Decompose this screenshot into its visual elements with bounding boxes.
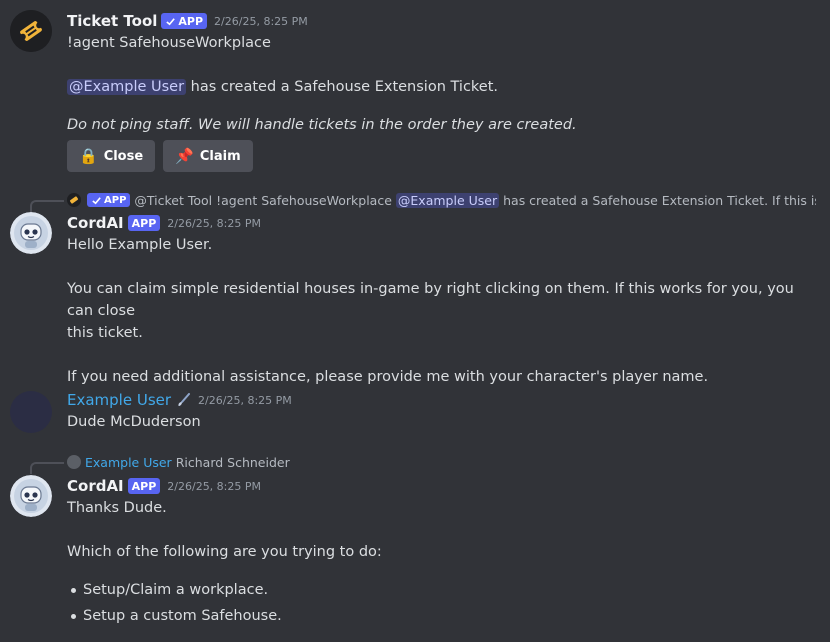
app-badge: APP [161,13,208,29]
user-avatar-icon [67,455,81,469]
ticket-icon [10,10,52,52]
reply-text: !agent SafehouseWorkplace [216,192,392,208]
reply-author[interactable]: Example User [85,455,172,470]
reply-preview[interactable]: Example User Richard Schneider [67,452,816,472]
message-line: @Example User has created a Safehouse Ex… [67,76,820,98]
reply-preview[interactable]: APP @Ticket Tool !agent SafehouseWorkpla… [67,190,816,210]
bullet-list: Setup/Claim a workplace. Setup a custom … [67,577,820,629]
message-line: Which of the following are you trying to… [67,544,382,560]
badge-label: APP [131,216,157,230]
message-line: If you need additional assistance, pleas… [67,369,709,385]
app-badge: APP [127,215,161,231]
robot-icon [10,475,52,517]
message-header: Example User 2/26/25, 8:25 PM [67,389,820,411]
app-badge: APP [127,478,161,494]
message-line: Thanks Dude. [67,500,167,516]
lock-icon: 🔒 [79,147,98,165]
username[interactable]: CordAI [67,214,124,232]
chat-log: Ticket Tool APP 2/26/25, 8:25 PM !agent … [0,0,830,642]
timestamp[interactable]: 2/26/25, 8:25 PM [167,217,261,230]
paintbrush-icon [177,393,191,407]
reply-text: has created a Safehouse Extension Ticket… [503,192,816,208]
user-mention[interactable]: @Example User [67,79,187,95]
cordai-avatar[interactable] [10,212,52,254]
message-header: Ticket Tool APP 2/26/25, 8:25 PM [67,10,820,32]
message-text: has created a Safehouse Extension Ticket… [186,79,499,95]
message-header: CordAI APP 2/26/25, 8:25 PM [67,475,820,497]
timestamp[interactable]: 2/26/25, 8:25 PM [167,480,261,493]
check-icon [166,17,176,25]
message-line: Dude McDuderson [67,414,201,430]
timestamp[interactable]: 2/26/25, 8:25 PM [198,394,292,407]
message-line: Hello Example User. [67,237,213,253]
claim-label: Claim [199,148,241,164]
badge-label: APP [104,194,127,206]
username[interactable]: CordAI [67,477,124,495]
cordai-avatar[interactable] [10,475,52,517]
robot-icon [10,212,52,254]
message-line: this ticket. [67,325,143,341]
close-label: Close [103,148,144,164]
badge-label: APP [178,14,204,28]
reply-text: Richard Schneider [175,454,290,470]
claim-button[interactable]: 📌 Claim [163,140,253,172]
close-button[interactable]: 🔒 Close [67,140,156,172]
app-badge: APP [87,193,131,207]
ticket-tool-avatar[interactable] [10,10,52,52]
username[interactable]: Example User [67,391,171,409]
reply-spine [30,200,64,212]
message-header: CordAI APP 2/26/25, 8:25 PM [67,212,820,234]
button-row: 🔒 Close 📌 Claim [67,140,820,172]
check-icon [92,196,101,204]
reply-author[interactable]: @Ticket Tool [134,193,212,208]
user-mention[interactable]: @Example User [395,192,500,208]
example-user-avatar[interactable] [10,391,52,433]
badge-label: APP [131,479,157,493]
timestamp[interactable]: 2/26/25, 8:25 PM [214,15,308,28]
list-item: Setup/Claim a workplace. [67,577,820,603]
list-item: Setup a custom Safehouse. [67,603,820,629]
message-line: You can claim simple residential houses … [67,281,794,319]
pushpin-icon: 📌 [175,147,194,165]
reply-spine [30,462,64,474]
message-line: Do not ping staff. We will handle ticket… [67,117,577,133]
ticket-icon [67,193,81,207]
username[interactable]: Ticket Tool [67,12,157,30]
message-line: !agent SafehouseWorkplace [67,35,271,51]
